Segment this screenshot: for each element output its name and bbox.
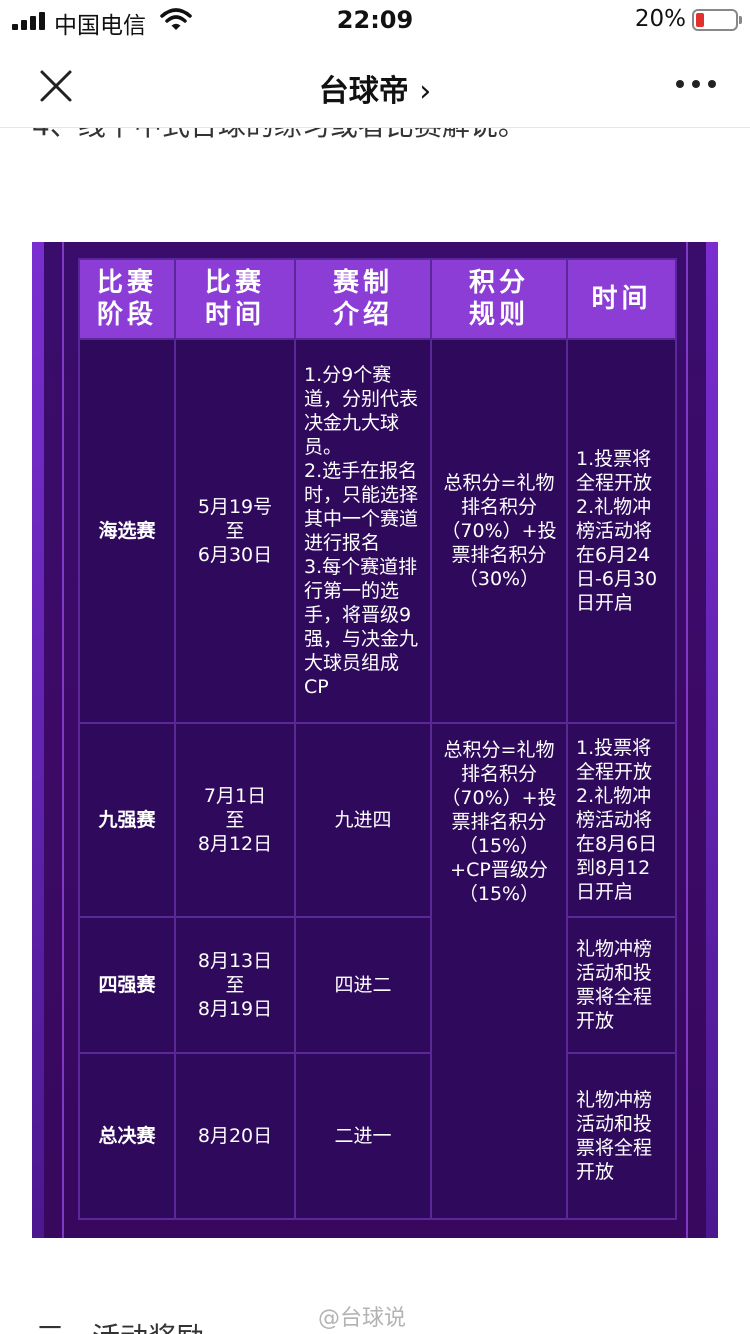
- date-cell: 8月20日: [174, 1052, 296, 1220]
- poster-frame-right: [706, 242, 718, 1238]
- table-row: 总决赛 8月20日 二进一 礼物冲榜活动和投票将全程开放: [78, 1052, 677, 1220]
- watermark: @台球说: [318, 1306, 407, 1331]
- table-header-row: 比赛 阶段 比赛 时间 赛制 介绍 积分 规则 时间: [78, 258, 677, 340]
- stage-cell: 总决赛: [78, 1052, 176, 1220]
- time-cell: 1.投票将全程开放 2.礼物冲榜活动将在8月6日到8月12日开启: [566, 722, 677, 918]
- format-cell: 四进二: [294, 916, 432, 1054]
- format-cell: 九进四: [294, 722, 432, 918]
- article-body: 4、线下中式台球的练习或者比赛解说。 比赛 阶段 比赛 时间 赛制 介绍 积分 …: [0, 128, 750, 1334]
- battery-percent: 20%: [634, 6, 686, 32]
- header-scoring: 积分 规则: [430, 258, 568, 340]
- scoring-cell: 总积分=礼物排名积分（70%）+投票排名积分（15%）+CP晋级分（15%）: [430, 722, 568, 1220]
- table-row: 九强赛 7月1日 至 8月12日 九进四 总积分=礼物排名积分（70%）+投票排…: [78, 722, 677, 1220]
- stage-cell: 九强赛: [78, 722, 176, 918]
- header-format: 赛制 介绍: [294, 258, 432, 340]
- time-cell: 礼物冲榜活动和投票将全程开放: [566, 1052, 677, 1220]
- poster-frame-left: [32, 242, 44, 1238]
- table-row: 四强赛 8月13日 至 8月19日 四进二 礼物冲榜活动和投票将全程开放: [78, 916, 677, 1054]
- time-cell: 礼物冲榜活动和投票将全程开放: [566, 916, 677, 1054]
- table-row: 海选赛 5月19号 至 6月30日 1.分9个赛道，分别代表决金九大球员。 2.…: [78, 338, 677, 724]
- format-cell: 二进一: [294, 1052, 432, 1220]
- status-bar: 中国电信 22:09 20%: [0, 0, 750, 42]
- battery-level: [696, 13, 704, 27]
- nav-bar: 台球帝 ›: [0, 42, 750, 128]
- format-cell: 1.分9个赛道，分别代表决金九大球员。 2.选手在报名时，只能选择其中一个赛道进…: [294, 338, 432, 724]
- chevron-right-icon: ›: [419, 74, 432, 109]
- date-cell: 8月13日 至 8月19日: [174, 916, 296, 1054]
- schedule-table: 比赛 阶段 比赛 时间 赛制 介绍 积分 规则 时间 海选赛 5月19号 至 6…: [78, 258, 677, 1220]
- poster-glow-left: [62, 242, 64, 1238]
- section-heading: 三、活动奖励: [36, 1316, 204, 1334]
- page-title[interactable]: 台球帝 ›: [0, 66, 750, 110]
- stage-cell: 海选赛: [78, 338, 176, 724]
- header-date: 比赛 时间: [174, 258, 296, 340]
- article-paragraph: 4、线下中式台球的练习或者比赛解说。: [32, 128, 526, 144]
- battery-icon: [692, 9, 742, 31]
- stage-cell: 四强赛: [78, 916, 176, 1054]
- date-cell: 7月1日 至 8月12日: [174, 722, 296, 918]
- header-time: 时间: [566, 258, 677, 340]
- schedule-poster: 比赛 阶段 比赛 时间 赛制 介绍 积分 规则 时间 海选赛 5月19号 至 6…: [32, 242, 718, 1238]
- scoring-cell: 总积分=礼物排名积分（70%）+投票排名积分（30%）: [430, 338, 568, 724]
- page-title-text: 台球帝: [318, 74, 409, 109]
- header-stage: 比赛 阶段: [78, 258, 176, 340]
- date-cell: 5月19号 至 6月30日: [174, 338, 296, 724]
- poster-glow-right: [686, 242, 688, 1238]
- time-cell: 1.投票将全程开放 2.礼物冲榜活动将在6月24日-6月30日开启: [566, 338, 677, 724]
- more-icon[interactable]: [676, 80, 716, 90]
